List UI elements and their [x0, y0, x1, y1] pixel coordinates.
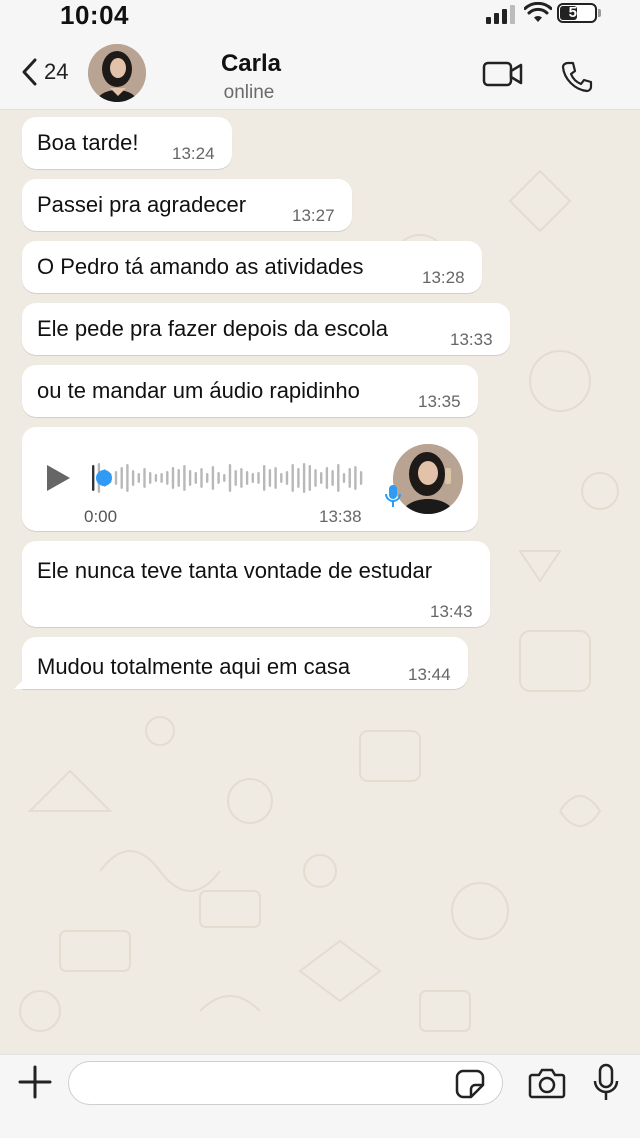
- signal-icon: [486, 5, 515, 24]
- message-text: ou te mandar um áudio rapidinho: [37, 378, 360, 403]
- waveform-bar: [245, 471, 249, 485]
- waveform-bar: [314, 469, 317, 487]
- waveform-bar: [200, 468, 203, 488]
- message-time: 13:27: [292, 206, 335, 225]
- waveform-bar: [114, 471, 118, 485]
- message-time: 13:43: [430, 602, 473, 621]
- phone-icon[interactable]: [560, 60, 594, 94]
- audio-message-bubble[interactable]: 0:00 13:38: [22, 427, 478, 531]
- waveform-bar: [291, 464, 294, 492]
- waveform-bar: [223, 474, 226, 482]
- waveform-bar: [183, 465, 186, 491]
- message-bubble[interactable]: Ele pede pra fazer depois da escola 13:3…: [22, 303, 510, 355]
- message-bubble[interactable]: Passei pra agradecer 13:27: [22, 179, 352, 231]
- message-input[interactable]: [68, 1061, 503, 1105]
- chat-area[interactable]: Boa tarde! 13:24 Passei pra agradecer 13…: [0, 111, 640, 1054]
- video-camera-icon[interactable]: [482, 60, 524, 88]
- message-text: O Pedro tá amando as atividades: [37, 254, 364, 279]
- waveform-bar: [137, 473, 140, 483]
- waveform-bar: [302, 463, 306, 493]
- message-bubble[interactable]: Boa tarde! 13:24: [22, 117, 232, 169]
- contact-name[interactable]: Carla: [0, 50, 502, 78]
- waveform-bar: [297, 468, 300, 488]
- waveform-bar: [285, 471, 289, 485]
- message-text: Passei pra agradecer: [37, 192, 247, 217]
- waveform-bar: [331, 470, 334, 486]
- waveform-bar: [120, 467, 123, 489]
- audio-duration: 0:00: [84, 507, 118, 526]
- waveform-bar: [188, 470, 192, 486]
- waveform-bar: [177, 469, 180, 487]
- message-text: Ele nunca teve tanta vontade de estudar: [37, 558, 433, 583]
- sticker-icon[interactable]: [455, 1069, 485, 1099]
- battery-level: 50: [568, 4, 586, 21]
- waveform-bar: [194, 472, 197, 484]
- audio-waveform[interactable]: [92, 461, 367, 495]
- waveform-bar: [206, 473, 209, 483]
- waveform-bar: [211, 466, 215, 490]
- message-time: 13:44: [408, 665, 451, 684]
- message-time: 13:33: [450, 330, 493, 349]
- waveform-bar: [337, 464, 340, 492]
- waveform-bar: [320, 472, 323, 484]
- waveform-bar: [143, 468, 146, 488]
- waveform-bar: [126, 464, 129, 492]
- message-text: Ele pede pra fazer depois da escola: [37, 316, 389, 341]
- message-text: Boa tarde!: [37, 130, 139, 155]
- contact-status: online: [223, 82, 275, 103]
- waveform-bar: [263, 465, 266, 491]
- waveform-bar: [280, 473, 283, 483]
- message-text: Mudou totalmente aqui em casa: [37, 654, 351, 679]
- waveform-bar: [251, 473, 254, 483]
- waveform-bar: [274, 467, 277, 489]
- status-time: 10:04: [60, 0, 129, 30]
- waveform-bar: [154, 474, 158, 482]
- input-bar: [0, 1054, 640, 1138]
- message-bubble[interactable]: Mudou totalmente aqui em casa 13:44: [14, 637, 468, 689]
- waveform-bar: [234, 470, 237, 486]
- message-bubble[interactable]: O Pedro tá amando as atividades 13:28: [22, 241, 482, 293]
- message-bubble[interactable]: ou te mandar um áudio rapidinho 13:35: [22, 365, 478, 417]
- waveform-bar: [131, 470, 135, 486]
- waveform-bar: [92, 465, 95, 491]
- waveform-bar: [257, 472, 260, 484]
- play-icon[interactable]: [44, 463, 72, 493]
- microphone-icon[interactable]: [592, 1063, 620, 1103]
- waveform-bar: [228, 464, 232, 492]
- waveform-bar: [149, 472, 152, 484]
- chat-header: 24 Carla online: [0, 34, 640, 110]
- waveform-bar: [354, 466, 357, 490]
- bubble-tail: [14, 675, 28, 689]
- waveform-bar: [160, 473, 163, 483]
- waveform-bar: [268, 469, 272, 487]
- wifi-icon: [524, 2, 552, 22]
- message-bubble[interactable]: Ele nunca teve tanta vontade de estudar …: [22, 541, 490, 627]
- waveform-bar: [217, 472, 220, 484]
- waveform-bar: [171, 467, 175, 489]
- waveform-bar: [348, 468, 351, 488]
- waveform-bar: [240, 468, 243, 488]
- waveform-bar: [359, 471, 363, 485]
- waveform-bar: [308, 465, 311, 491]
- message-time: 13:24: [172, 144, 215, 163]
- status-bar: 10:04 50: [0, 0, 640, 34]
- battery-icon: 50: [557, 3, 597, 23]
- message-time: 13:28: [422, 268, 465, 287]
- message-time: 13:38: [319, 507, 362, 526]
- plus-icon[interactable]: [18, 1065, 52, 1099]
- waveform-bar: [166, 471, 169, 485]
- audio-scrubber-knob[interactable]: [96, 470, 112, 486]
- waveform-bar: [342, 473, 346, 483]
- battery-tip: [598, 9, 601, 17]
- message-time: 13:35: [418, 392, 461, 411]
- camera-icon[interactable]: [528, 1067, 566, 1099]
- audio-sender-avatar: [393, 444, 463, 514]
- waveform-bar: [325, 467, 329, 489]
- microphone-badge-icon: [385, 485, 401, 507]
